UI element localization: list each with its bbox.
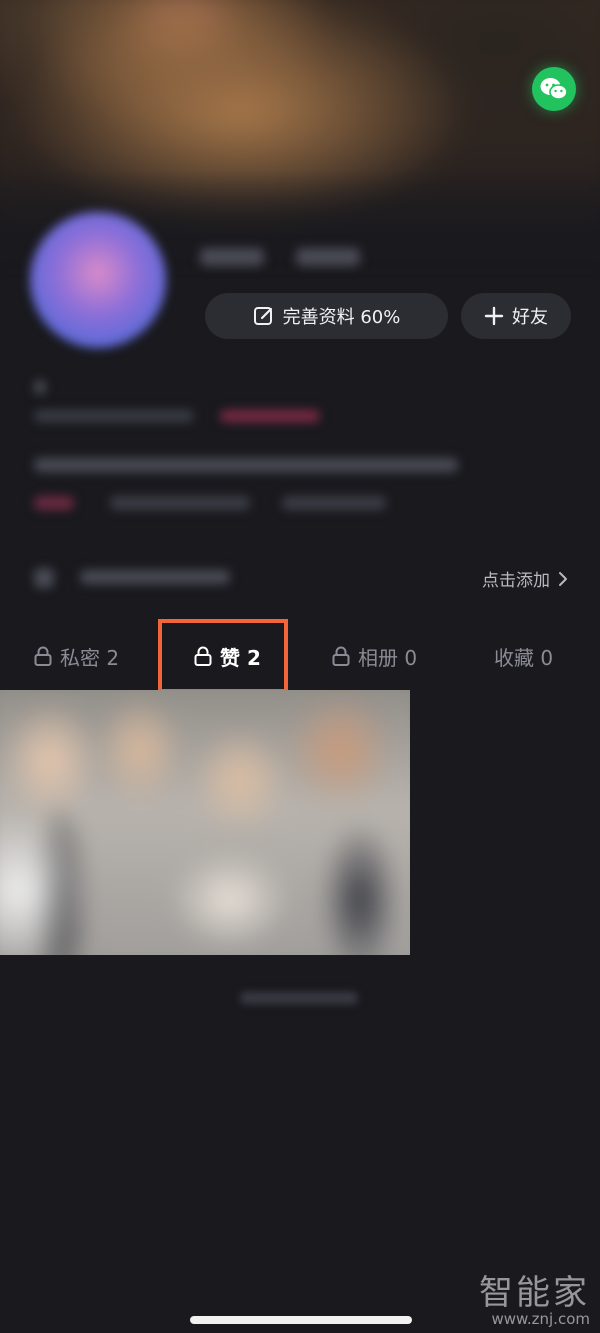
- lock-icon: [34, 646, 52, 666]
- liked-video-thumbnail[interactable]: [0, 690, 410, 955]
- add-link[interactable]: 点击添加: [482, 566, 568, 591]
- tab-highlight-box: [158, 619, 288, 693]
- thumbnail-image: [0, 690, 410, 955]
- tab-album-label: 相册 0: [358, 645, 418, 670]
- complete-profile-button[interactable]: 完善资料 60%: [205, 293, 448, 339]
- wechat-share-button[interactable]: [532, 67, 576, 111]
- bio-blurred: [282, 496, 386, 510]
- tab-private-label: 私密 2: [60, 645, 120, 670]
- tab-favorites-label: 收藏 0: [494, 645, 554, 670]
- lock-icon: [332, 646, 350, 666]
- bio-blurred: [34, 380, 46, 394]
- bio-blurred: [34, 410, 194, 422]
- add-row-icon-blurred: [34, 568, 54, 588]
- list-footer-blurred: [240, 992, 358, 1004]
- home-indicator[interactable]: [190, 1316, 412, 1324]
- profile-stat-blurred: [296, 248, 360, 266]
- tab-favorites[interactable]: 收藏 0: [494, 640, 553, 672]
- profile-tabs: 私密 2 赞 2 相册 0 收藏 0: [0, 630, 600, 682]
- add-link-label: 点击添加: [482, 571, 550, 591]
- tab-private[interactable]: 私密 2: [34, 640, 119, 672]
- add-row-text-blurred: [80, 570, 230, 584]
- bio-blurred: [34, 458, 458, 472]
- profile-stat-blurred: [200, 248, 264, 266]
- tab-album[interactable]: 相册 0: [332, 640, 417, 672]
- bio-blurred: [110, 496, 250, 510]
- add-tag-row[interactable]: 点击添加: [0, 556, 600, 600]
- plus-icon: [484, 306, 504, 326]
- add-friend-label: 好友: [512, 307, 548, 328]
- profile-screen: 完善资料 60% 好友 点击添加 私密 2 赞 2 相册 0 收藏 0 智能家 …: [0, 0, 600, 1333]
- watermark: 智能家 www.znj.com: [479, 1276, 590, 1327]
- avatar[interactable]: [30, 212, 166, 348]
- chevron-right-icon: [559, 571, 567, 586]
- bio-blurred: [34, 496, 74, 510]
- edit-icon: [253, 307, 272, 325]
- watermark-url: www.znj.com: [491, 1310, 590, 1328]
- complete-profile-label: 完善资料 60%: [282, 307, 401, 328]
- watermark-brand: 智能家: [479, 1273, 590, 1313]
- add-friend-button[interactable]: 好友: [461, 293, 571, 339]
- bio-blurred: [220, 410, 320, 422]
- wechat-icon: [540, 78, 568, 100]
